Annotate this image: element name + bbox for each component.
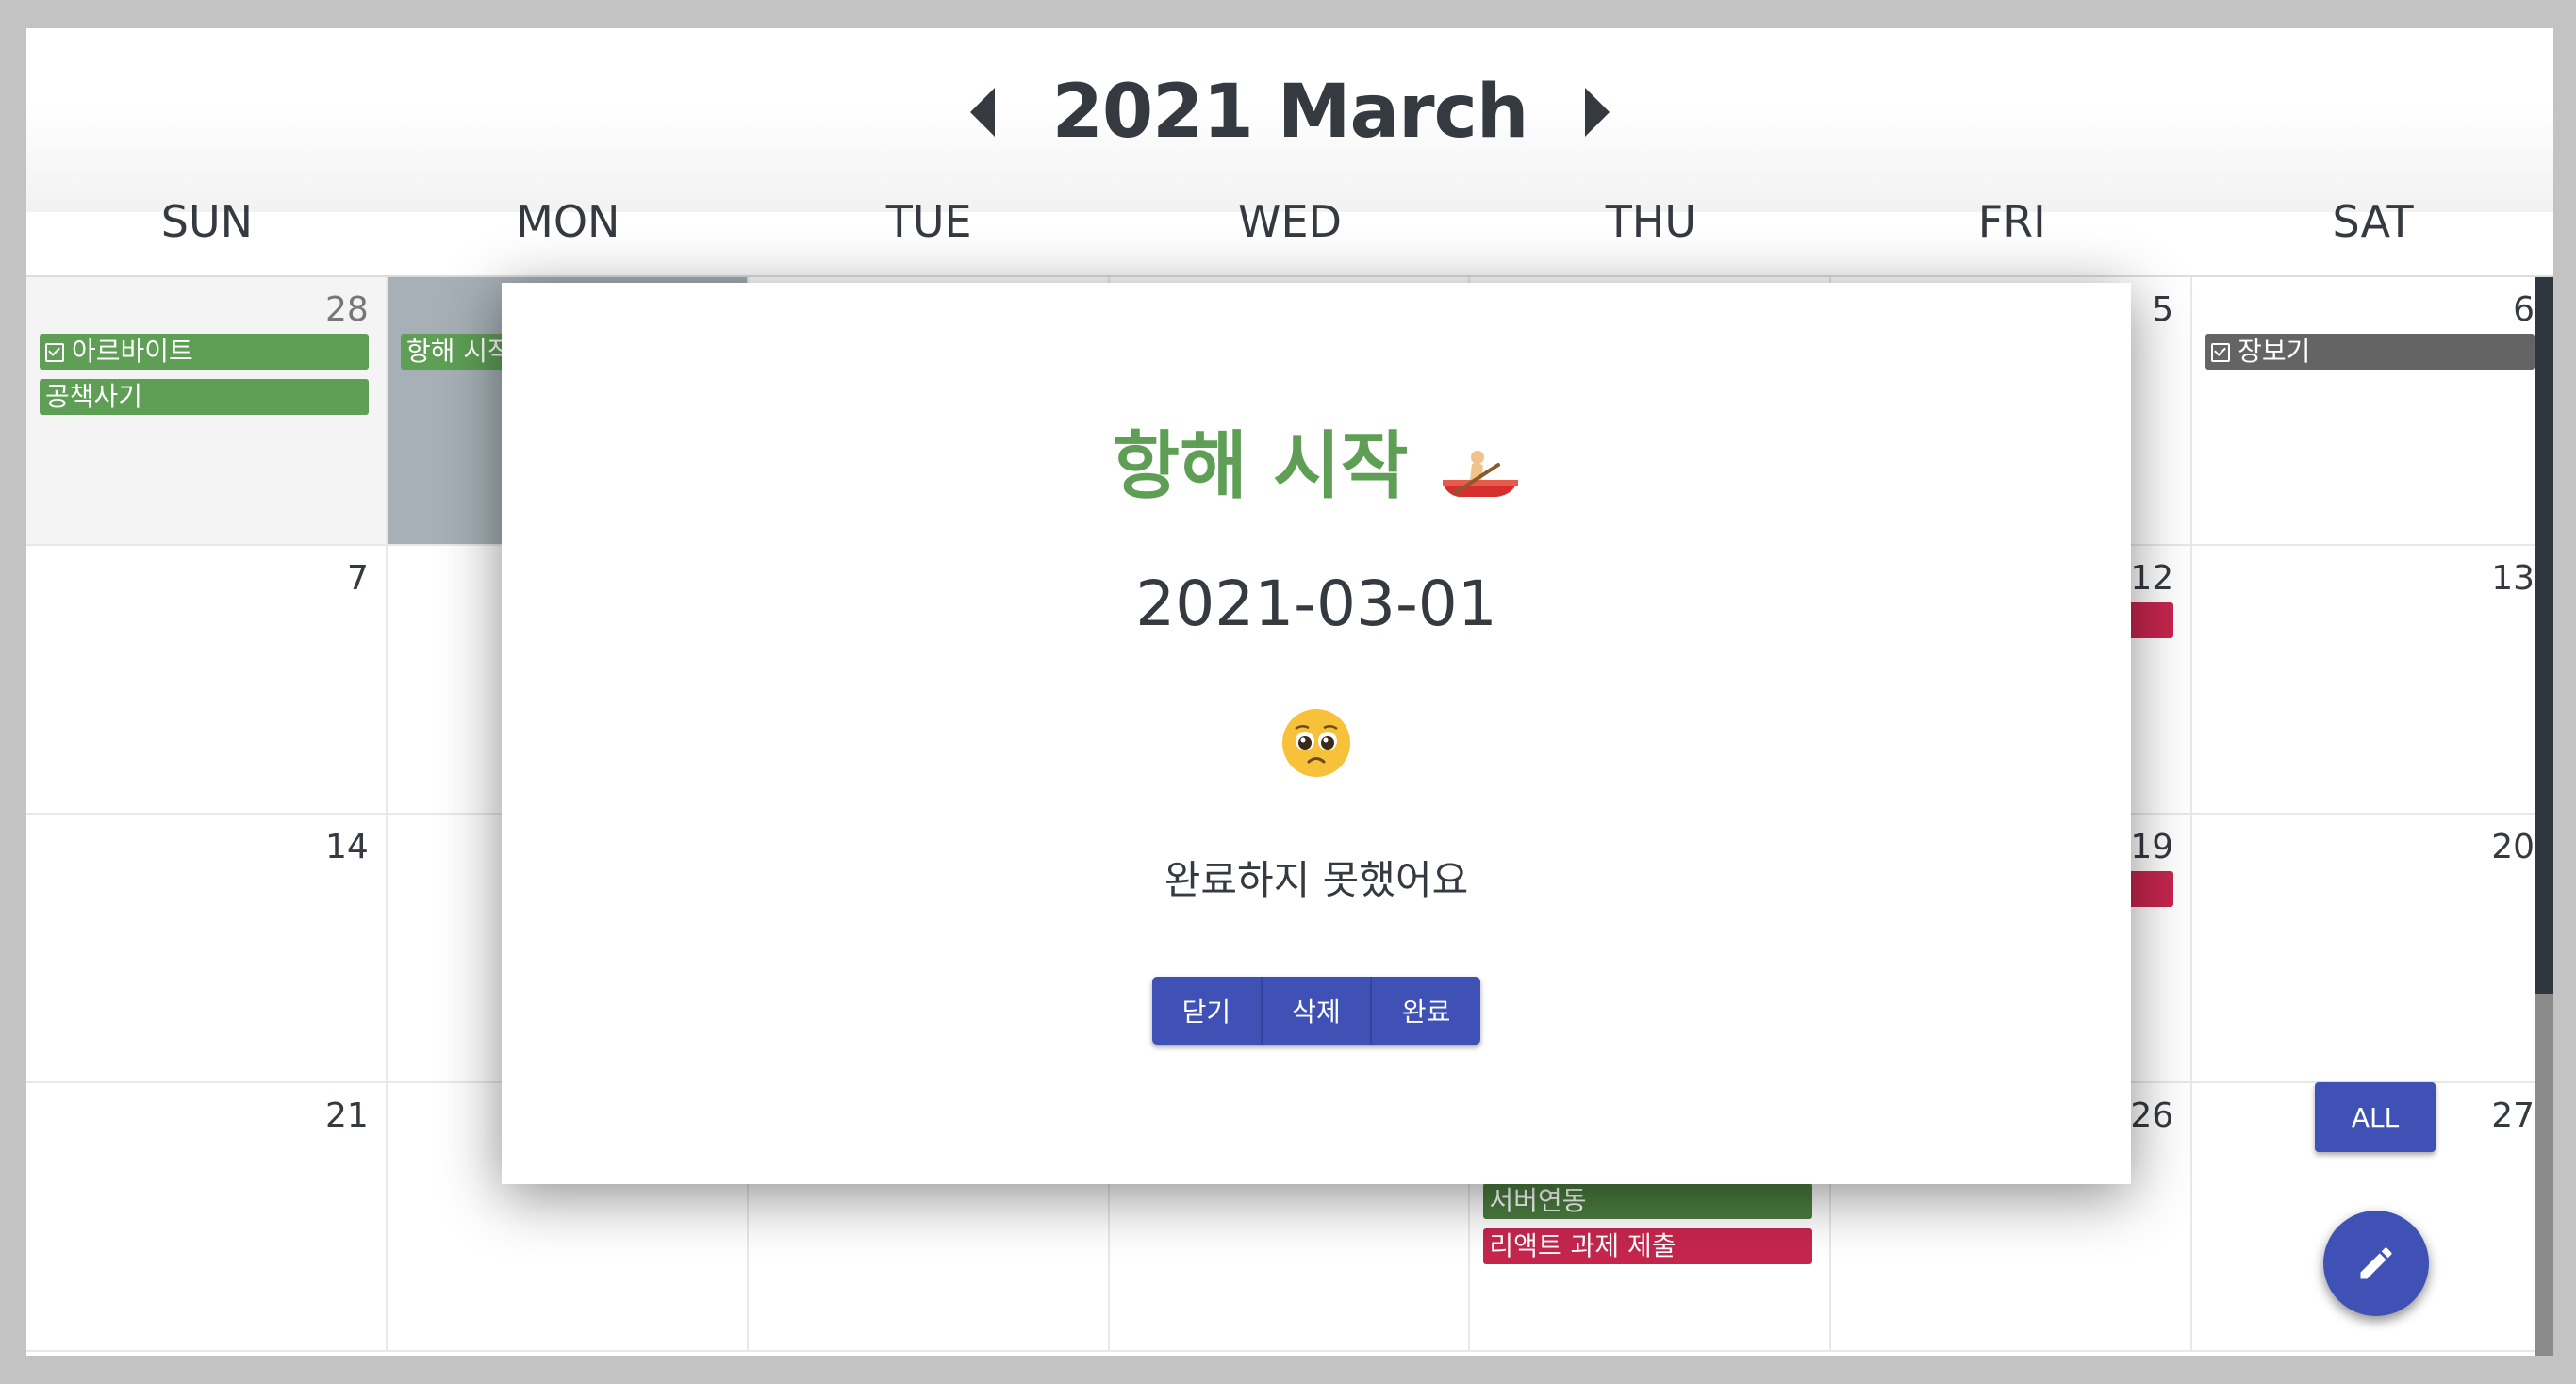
event-label: 아르바이트 xyxy=(72,336,193,367)
weekday-label: TUE xyxy=(885,196,972,247)
day-number: 12 xyxy=(2130,559,2174,598)
next-month-button[interactable] xyxy=(1569,74,1626,150)
event-chip[interactable]: 리액트 과제 제출 xyxy=(1483,1228,1813,1264)
calendar-app: 2021 March SUN MON TUE WED THU FRI SAT 2… xyxy=(26,28,2553,1356)
day-number: 7 xyxy=(346,559,369,598)
delete-button[interactable]: 삭제 xyxy=(1260,977,1371,1045)
month-navigation: 2021 March xyxy=(26,60,2553,164)
rowboat-icon xyxy=(1442,450,1518,497)
day-number: 21 xyxy=(325,1096,369,1135)
day-number: 13 xyxy=(2491,559,2535,598)
day-cell[interactable]: 21 xyxy=(26,1083,388,1352)
month-title: 2021 March xyxy=(1051,70,1529,155)
weekday-label: MON xyxy=(516,196,620,247)
day-number: 26 xyxy=(2130,1096,2174,1135)
modal-date: 2021-03-01 xyxy=(1135,568,1497,640)
modal-title: 항해 시작 xyxy=(1112,424,1409,509)
event-list: 아르바이트공책사기 xyxy=(40,334,369,415)
scrollbar[interactable] xyxy=(2535,277,2553,1356)
event-chip[interactable]: 아르바이트 xyxy=(40,334,369,370)
day-number: 14 xyxy=(325,828,369,866)
event-list: 장보기 xyxy=(2205,334,2535,370)
weekday-label: FRI xyxy=(1977,196,2046,247)
pleading-face-icon xyxy=(1282,709,1350,777)
caret-left-icon xyxy=(969,88,995,137)
calendar-header: 2021 March xyxy=(26,28,2553,212)
modal-title-row: 항해 시작 xyxy=(502,407,2131,513)
complete-button[interactable]: 완료 xyxy=(1370,977,1480,1045)
day-cell[interactable]: 28 아르바이트공책사기 xyxy=(26,277,388,546)
day-number: 28 xyxy=(325,290,369,329)
event-chip[interactable]: 서버연동 xyxy=(1483,1183,1813,1219)
day-cell[interactable]: 14 xyxy=(26,815,388,1083)
pencil-icon xyxy=(2360,1247,2392,1279)
event-label: 서버연동 xyxy=(1489,1185,1587,1216)
weekday-label: SAT xyxy=(2332,196,2414,247)
day-number: 5 xyxy=(2152,290,2174,329)
weekday-label: SUN xyxy=(160,196,254,247)
day-number: 19 xyxy=(2130,828,2174,866)
modal-button-group: 닫기 삭제 완료 xyxy=(1152,977,1480,1045)
prev-month-button[interactable] xyxy=(954,74,1011,150)
weekday-label: WED xyxy=(1238,196,1342,247)
day-cell[interactable]: 6 장보기 xyxy=(2192,277,2553,546)
checkbox-icon xyxy=(2211,343,2231,362)
event-label: 항해 시작 xyxy=(405,336,512,367)
event-label: 장보기 xyxy=(2237,336,2311,367)
completion-status: 완료하지 못했어요 xyxy=(1164,857,1469,903)
caret-right-icon xyxy=(1585,88,1610,137)
event-chip[interactable]: 장보기 xyxy=(2205,334,2535,370)
day-cell[interactable]: 20 xyxy=(2192,815,2553,1083)
weekday-label: THU xyxy=(1605,196,1697,247)
schedule-detail-modal: 항해 시작 2021-03-01 완료하지 못했어요 닫기 삭제 완료 xyxy=(502,283,2131,1184)
event-chip[interactable]: 공책사기 xyxy=(40,379,369,415)
scrollbar-thumb[interactable] xyxy=(2535,277,2553,994)
event-label: 공책사기 xyxy=(45,381,143,412)
day-cell[interactable]: 13 xyxy=(2192,546,2553,815)
close-button[interactable]: 닫기 xyxy=(1152,977,1261,1045)
day-cell[interactable]: 7 xyxy=(26,546,388,815)
day-number: 20 xyxy=(2491,828,2535,866)
event-label: 리액트 과제 제출 xyxy=(1489,1230,1676,1261)
checkbox-icon xyxy=(45,343,64,362)
edit-fab-button[interactable] xyxy=(2323,1211,2429,1316)
weekday-header-row: SUN MON TUE WED THU FRI SAT xyxy=(26,196,2553,247)
day-number: 27 xyxy=(2491,1096,2535,1135)
day-number: 6 xyxy=(2513,290,2535,329)
all-button[interactable]: ALL xyxy=(2315,1082,2436,1152)
